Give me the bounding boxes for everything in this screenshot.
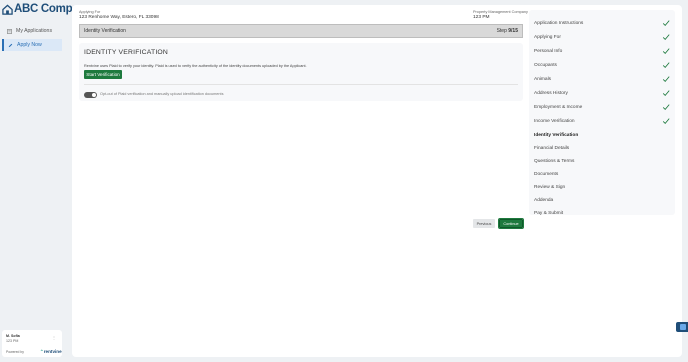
applying-for-label: Applying For bbox=[79, 10, 101, 14]
toggle-knob bbox=[92, 93, 96, 97]
checkmark-icon bbox=[662, 90, 670, 97]
divider bbox=[84, 84, 518, 85]
step-item[interactable]: Questions & Terms bbox=[534, 155, 670, 167]
checkmark-icon bbox=[662, 48, 670, 55]
checkmark-icon bbox=[662, 34, 670, 41]
continue-button[interactable]: Continue bbox=[498, 218, 524, 229]
sidebar-item-label: My Applications bbox=[16, 28, 53, 34]
start-verification-button[interactable]: Start Verification bbox=[84, 70, 122, 79]
step-item[interactable]: Review & Sign bbox=[534, 181, 670, 193]
more-options-icon[interactable]: ⋮ bbox=[52, 335, 56, 340]
sidebar: ABC Company My Applications Apply Now M.… bbox=[0, 0, 92, 362]
step-title: Identity Verification bbox=[84, 28, 126, 34]
opt-out-toggle[interactable] bbox=[84, 92, 97, 98]
applying-for-address: 123 Renhome Way, Estero, FL 33098 bbox=[79, 15, 159, 20]
chat-icon bbox=[680, 324, 686, 330]
step-item[interactable]: Animals bbox=[534, 73, 670, 85]
step-label: Financial Details bbox=[534, 145, 570, 151]
opt-out-label: Opt-out of Plaid verification and manual… bbox=[100, 92, 224, 96]
checkmark-icon bbox=[662, 20, 670, 27]
step-item[interactable]: Application Instructions bbox=[534, 17, 670, 29]
checkmark-icon bbox=[662, 104, 670, 111]
step-item[interactable]: Personal Info bbox=[534, 45, 670, 57]
step-item[interactable]: Addenda bbox=[534, 194, 670, 206]
sidebar-item-label: Apply Now bbox=[17, 42, 42, 48]
step-item[interactable]: Pay & Submit bbox=[534, 207, 670, 219]
main-panel: Applying For 123 Renhome Way, Estero, FL… bbox=[72, 5, 682, 357]
help-widget-tab[interactable] bbox=[676, 322, 688, 332]
user-address: 123 PM bbox=[6, 339, 19, 343]
company-label: Property Management Company bbox=[473, 10, 528, 14]
step-label: Addenda bbox=[534, 197, 554, 203]
steps-list: Application Instructions Applying For Pers… bbox=[529, 10, 675, 216]
sidebar-item-my-applications[interactable]: My Applications bbox=[2, 25, 62, 37]
step-header-bar: Identity Verification Step 9/15 bbox=[79, 24, 523, 38]
step-item[interactable]: Income Verification bbox=[534, 115, 670, 127]
step-label: Occupants bbox=[534, 62, 557, 68]
step-label: Address History bbox=[534, 90, 568, 96]
step-item[interactable]: Identity Verification bbox=[534, 129, 670, 141]
step-item[interactable]: Address History bbox=[534, 87, 670, 99]
company-name: 123 PM bbox=[473, 15, 490, 20]
house-icon bbox=[2, 4, 13, 15]
verification-description: Rentvine uses Plaid to verify your ident… bbox=[84, 64, 307, 68]
step-item[interactable]: Financial Details bbox=[534, 142, 670, 154]
step-item[interactable]: Applying For bbox=[534, 31, 670, 43]
step-item[interactable]: Documents bbox=[534, 168, 670, 180]
step-label: Application Instructions bbox=[534, 20, 584, 26]
document-icon bbox=[7, 28, 12, 34]
rentvine-logo[interactable]: ⌃rentvine bbox=[40, 349, 62, 355]
step-counter: Step 9/15 bbox=[496, 28, 518, 34]
step-label: Identity Verification bbox=[534, 132, 579, 138]
step-label: Animals bbox=[534, 76, 552, 82]
step-label: Pay & Submit bbox=[534, 210, 564, 216]
step-label: Income Verification bbox=[534, 118, 575, 124]
step-label: Review & Sign bbox=[534, 184, 566, 190]
step-label: Questions & Terms bbox=[534, 158, 575, 164]
checkmark-icon bbox=[662, 62, 670, 69]
pencil-icon bbox=[8, 43, 13, 47]
powered-by-label: Powered by bbox=[6, 350, 24, 354]
sidebar-item-apply-now[interactable]: Apply Now bbox=[2, 39, 62, 51]
step-label: Documents bbox=[534, 171, 559, 177]
section-title: IDENTITY VERIFICATION bbox=[84, 49, 169, 56]
step-item[interactable]: Employment & Income bbox=[534, 101, 670, 113]
user-name: M. Sofia bbox=[6, 334, 20, 338]
step-label: Employment & Income bbox=[534, 104, 583, 110]
step-item[interactable]: Occupants bbox=[534, 59, 670, 71]
checkmark-icon bbox=[662, 118, 670, 125]
user-card: M. Sofia 123 PM ⋮ Powered by ⌃rentvine bbox=[2, 330, 62, 357]
powered-by: Powered by ⌃rentvine bbox=[6, 349, 62, 355]
step-label: Personal Info bbox=[534, 48, 563, 54]
step-label: Applying For bbox=[534, 34, 561, 40]
identity-verification-card: IDENTITY VERIFICATION Rentvine uses Plai… bbox=[79, 43, 523, 101]
checkmark-icon bbox=[662, 76, 670, 83]
previous-button[interactable]: Previous bbox=[473, 219, 495, 228]
